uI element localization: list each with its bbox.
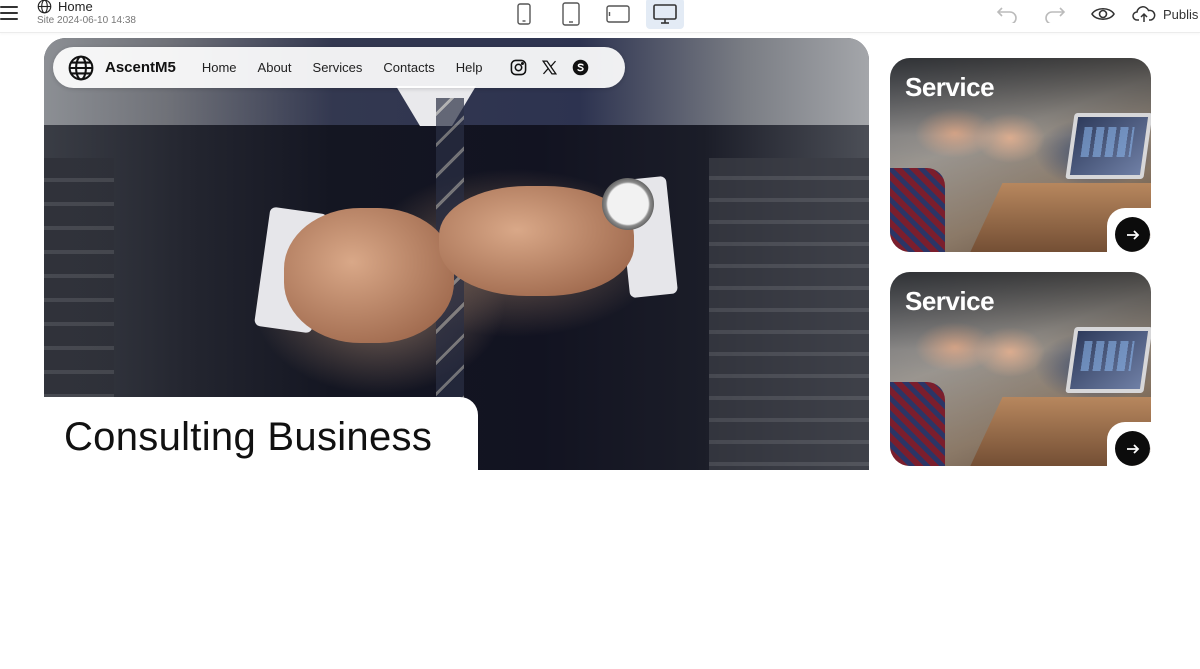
hero-section: AscentM5 Home About Services Contacts He… xyxy=(44,38,869,470)
publish-label: Publis xyxy=(1163,6,1199,22)
nav-link-help[interactable]: Help xyxy=(456,60,483,75)
eye-icon xyxy=(1091,7,1115,21)
instagram-icon[interactable] xyxy=(509,58,528,77)
hamburger-menu-icon[interactable] xyxy=(0,3,20,23)
undo-icon xyxy=(996,7,1017,23)
cloud-upload-icon xyxy=(1132,6,1156,22)
tablet-portrait-button[interactable] xyxy=(552,0,590,29)
service-arrow-button[interactable] xyxy=(1115,431,1150,466)
social-links xyxy=(509,58,590,77)
monitor-icon xyxy=(653,3,677,24)
service-card-title: Service xyxy=(905,72,995,102)
nav-link-services[interactable]: Services xyxy=(313,60,363,75)
tablet-icon xyxy=(562,1,580,26)
skype-icon[interactable] xyxy=(571,58,590,77)
tablet-landscape-button[interactable] xyxy=(599,0,637,29)
brand-name[interactable]: AscentM5 xyxy=(105,59,176,76)
site-navbar: AscentM5 Home About Services Contacts He… xyxy=(53,47,625,88)
undo-button[interactable] xyxy=(992,0,1022,28)
publish-button[interactable]: Publis xyxy=(1132,5,1198,23)
globe-icon xyxy=(37,0,52,13)
service-card-title: Service xyxy=(905,286,995,316)
editor-toolbar: Home Site 2024-06-10 14:38 Publis xyxy=(0,0,1200,33)
hero-title: Consulting Business xyxy=(64,415,433,459)
page-name-label: Home xyxy=(58,0,93,14)
service-card[interactable]: Service xyxy=(890,58,1151,252)
hero-title-box: Consulting Business xyxy=(44,397,478,470)
nav-link-contacts[interactable]: Contacts xyxy=(383,60,434,75)
laptop-screen xyxy=(1065,113,1151,179)
page-selector[interactable]: Home Site 2024-06-10 14:38 xyxy=(37,0,136,26)
brand-globe-icon[interactable] xyxy=(68,55,94,81)
redo-icon xyxy=(1045,7,1066,23)
wristwatch xyxy=(602,178,654,230)
nav-link-home[interactable]: Home xyxy=(202,60,237,75)
device-switcher xyxy=(505,0,684,29)
x-twitter-icon[interactable] xyxy=(540,58,559,77)
tablet-landscape-icon xyxy=(606,4,630,23)
desktop-button[interactable] xyxy=(646,0,684,29)
editor-actions: Publis xyxy=(992,0,1198,28)
site-info-label: Site 2024-06-10 14:38 xyxy=(37,15,136,26)
phone-icon xyxy=(517,2,531,25)
laptop-screen xyxy=(1065,327,1151,393)
redo-button[interactable] xyxy=(1040,0,1070,28)
preview-button[interactable] xyxy=(1088,0,1118,28)
arrow-right-icon xyxy=(1126,443,1139,454)
nav-link-about[interactable]: About xyxy=(258,60,292,75)
arrow-right-icon xyxy=(1126,229,1139,240)
service-card[interactable]: Service xyxy=(890,272,1151,466)
mobile-portrait-button[interactable] xyxy=(505,0,543,29)
service-arrow-button[interactable] xyxy=(1115,217,1150,252)
